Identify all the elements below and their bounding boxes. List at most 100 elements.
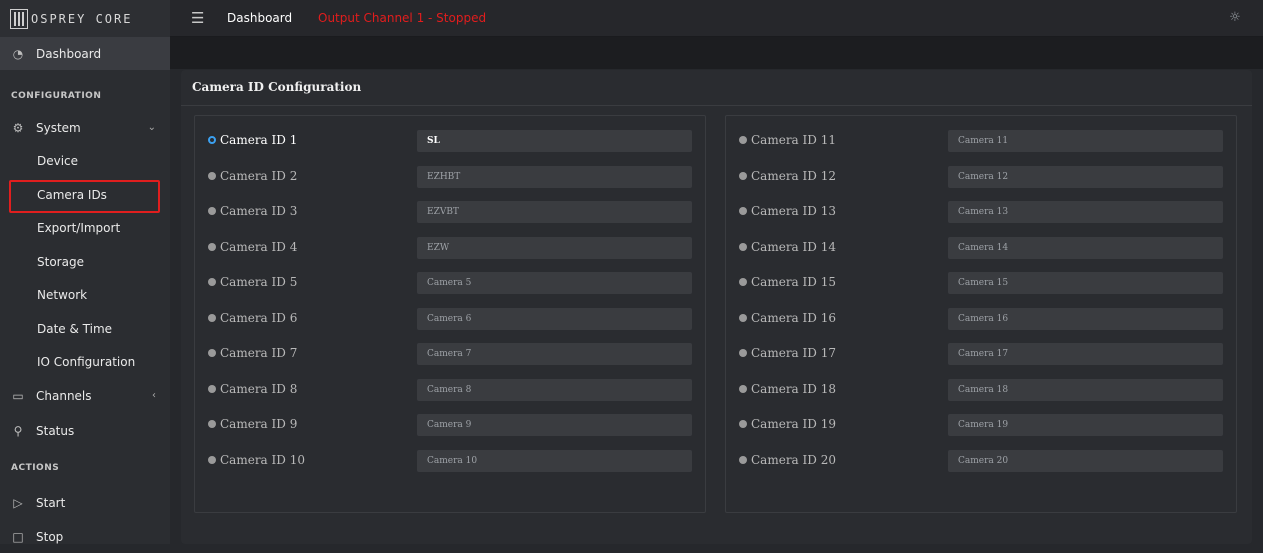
camera-select-radio[interactable] bbox=[739, 207, 747, 215]
sidebar-item-label: Status bbox=[36, 423, 75, 438]
camera-name-input[interactable] bbox=[948, 449, 1223, 472]
camera-name-input[interactable] bbox=[417, 307, 692, 330]
camera-id-label: Camera ID 19 bbox=[751, 417, 836, 431]
camera-id-label: Camera ID 12 bbox=[751, 168, 836, 183]
camera-row: Camera ID 19 bbox=[726, 414, 1238, 436]
sidebar-item-label: Channels bbox=[36, 388, 92, 403]
camera-id-label: Camera ID 4 bbox=[220, 239, 298, 254]
sidebar-item-dashboard[interactable]: ◔ Dashboard bbox=[0, 37, 170, 70]
camera-name-input[interactable] bbox=[948, 378, 1223, 401]
camera-select-radio[interactable] bbox=[208, 207, 216, 215]
camera-name-input[interactable] bbox=[417, 165, 692, 188]
camera-name-input[interactable] bbox=[948, 130, 1223, 152]
brand[interactable]: OSPREY CORE bbox=[0, 0, 170, 37]
camera-select-radio[interactable] bbox=[208, 384, 216, 393]
camera-id-label: Camera ID 16 bbox=[751, 310, 836, 325]
camera-name-input[interactable] bbox=[948, 236, 1223, 259]
chevron-left-icon: ‹ bbox=[152, 390, 156, 401]
play-icon: ▷ bbox=[13, 495, 23, 510]
camera-select-radio[interactable] bbox=[208, 171, 216, 180]
camera-id-label: Camera ID 2 bbox=[220, 168, 298, 183]
sidebar-item-io-configuration[interactable]: IO Configuration bbox=[0, 345, 170, 378]
camera-select-radio[interactable] bbox=[208, 242, 216, 251]
camera-row: Camera ID 17 bbox=[726, 343, 1238, 365]
sidebar-item-status[interactable]: ⚲ Status bbox=[0, 414, 170, 447]
camera-id-label: Camera ID 20 bbox=[751, 452, 836, 467]
sidebar: ◔ Dashboard CONFIGURATION ⚙ System ⌄ Dev… bbox=[0, 37, 170, 544]
camera-name-input[interactable] bbox=[948, 307, 1223, 330]
camera-row: Camera ID 9 bbox=[195, 414, 707, 436]
camera-select-radio[interactable] bbox=[208, 420, 216, 428]
camera-row: Camera ID 5 bbox=[195, 272, 707, 294]
sidebar-item-label: Camera IDs bbox=[37, 187, 107, 202]
camera-name-input[interactable] bbox=[417, 272, 692, 294]
sidebar-header-configuration: CONFIGURATION bbox=[11, 91, 102, 101]
sidebar-item-label: Export/Import bbox=[37, 220, 121, 235]
camera-row: Camera ID 8 bbox=[195, 378, 707, 401]
gauge-icon: ◔ bbox=[12, 46, 24, 61]
sidebar-item-label: IO Configuration bbox=[37, 354, 136, 369]
sidebar-item-label: Storage bbox=[37, 254, 84, 269]
camera-name-input[interactable] bbox=[417, 378, 692, 401]
camera-name-input[interactable] bbox=[417, 449, 692, 472]
camera-id-label: Camera ID 9 bbox=[220, 417, 298, 431]
camera-row: Camera ID 14 bbox=[726, 236, 1238, 259]
camera-list-right: Camera ID 11 Camera ID 12 Camera ID 13 Came… bbox=[725, 115, 1237, 513]
camera-list-left: Camera ID 1 Camera ID 2 Camera ID 3 Camera … bbox=[194, 115, 706, 513]
camera-id-label: Camera ID 17 bbox=[751, 346, 836, 360]
main-header-strip bbox=[170, 37, 1263, 69]
camera-name-input[interactable] bbox=[948, 272, 1223, 294]
theme-toggle-icon[interactable]: ☼ bbox=[1227, 10, 1243, 26]
camera-name-input[interactable] bbox=[417, 343, 692, 365]
gear-icon: ⚙ bbox=[12, 120, 24, 135]
sidebar-item-label: System bbox=[36, 120, 81, 135]
camera-select-radio[interactable] bbox=[739, 349, 747, 357]
camera-row: Camera ID 7 bbox=[195, 343, 707, 365]
camera-select-radio[interactable] bbox=[739, 171, 747, 180]
camera-select-radio[interactable] bbox=[739, 420, 747, 428]
sidebar-item-label: Network bbox=[37, 287, 88, 302]
camera-name-input[interactable] bbox=[417, 414, 692, 436]
sidebar-item-network[interactable]: Network bbox=[0, 278, 170, 311]
camera-row: Camera ID 2 bbox=[195, 165, 707, 188]
camera-row: Camera ID 20 bbox=[726, 449, 1238, 472]
camera-name-input[interactable] bbox=[948, 201, 1223, 223]
camera-name-input[interactable] bbox=[948, 165, 1223, 188]
camera-select-radio[interactable] bbox=[208, 349, 216, 357]
sidebar-item-camera-ids[interactable]: Camera IDs bbox=[0, 178, 170, 211]
camera-row: Camera ID 16 bbox=[726, 307, 1238, 330]
page-title: Dashboard bbox=[227, 11, 293, 25]
search-icon: ⚲ bbox=[13, 423, 23, 438]
camera-select-radio[interactable] bbox=[739, 313, 747, 322]
camera-name-input[interactable] bbox=[948, 414, 1223, 436]
camera-row: Camera ID 12 bbox=[726, 165, 1238, 188]
camera-name-input[interactable] bbox=[417, 130, 692, 152]
camera-row: Camera ID 11 bbox=[726, 130, 1238, 152]
camera-id-label: Camera ID 8 bbox=[220, 381, 298, 396]
camera-select-radio[interactable] bbox=[208, 455, 216, 464]
camera-id-label: Camera ID 7 bbox=[220, 346, 298, 360]
camera-select-radio[interactable] bbox=[208, 313, 216, 322]
sidebar-item-date-time[interactable]: Date & Time bbox=[0, 312, 170, 345]
sidebar-item-start[interactable]: ▷ Start bbox=[0, 486, 170, 519]
camera-select-radio[interactable] bbox=[739, 455, 747, 464]
camera-select-radio[interactable] bbox=[739, 242, 747, 251]
camera-name-input[interactable] bbox=[948, 343, 1223, 365]
camera-select-radio[interactable] bbox=[739, 278, 747, 286]
sidebar-item-export-import[interactable]: Export/Import bbox=[0, 211, 170, 244]
camera-row: Camera ID 1 bbox=[195, 130, 707, 152]
camera-select-radio[interactable] bbox=[208, 136, 216, 144]
sidebar-item-device[interactable]: Device bbox=[0, 144, 170, 177]
camera-select-radio[interactable] bbox=[739, 384, 747, 393]
camera-id-card: Camera ID Configuration Camera ID 1Camer… bbox=[181, 70, 1252, 544]
sidebar-item-system[interactable]: ⚙ System ⌄ bbox=[0, 111, 170, 144]
camera-select-radio[interactable] bbox=[739, 136, 747, 144]
sidebar-item-storage[interactable]: Storage bbox=[0, 245, 170, 278]
camera-id-label: Camera ID 11 bbox=[751, 133, 836, 147]
camera-name-input[interactable] bbox=[417, 236, 692, 259]
sidebar-item-channels[interactable]: ▭ Channels ‹ bbox=[0, 379, 170, 412]
menu-toggle-icon[interactable]: ☰ bbox=[191, 9, 205, 27]
camera-name-input[interactable] bbox=[417, 201, 692, 223]
sidebar-item-stop[interactable]: □ Stop bbox=[0, 520, 170, 553]
camera-select-radio[interactable] bbox=[208, 278, 216, 286]
